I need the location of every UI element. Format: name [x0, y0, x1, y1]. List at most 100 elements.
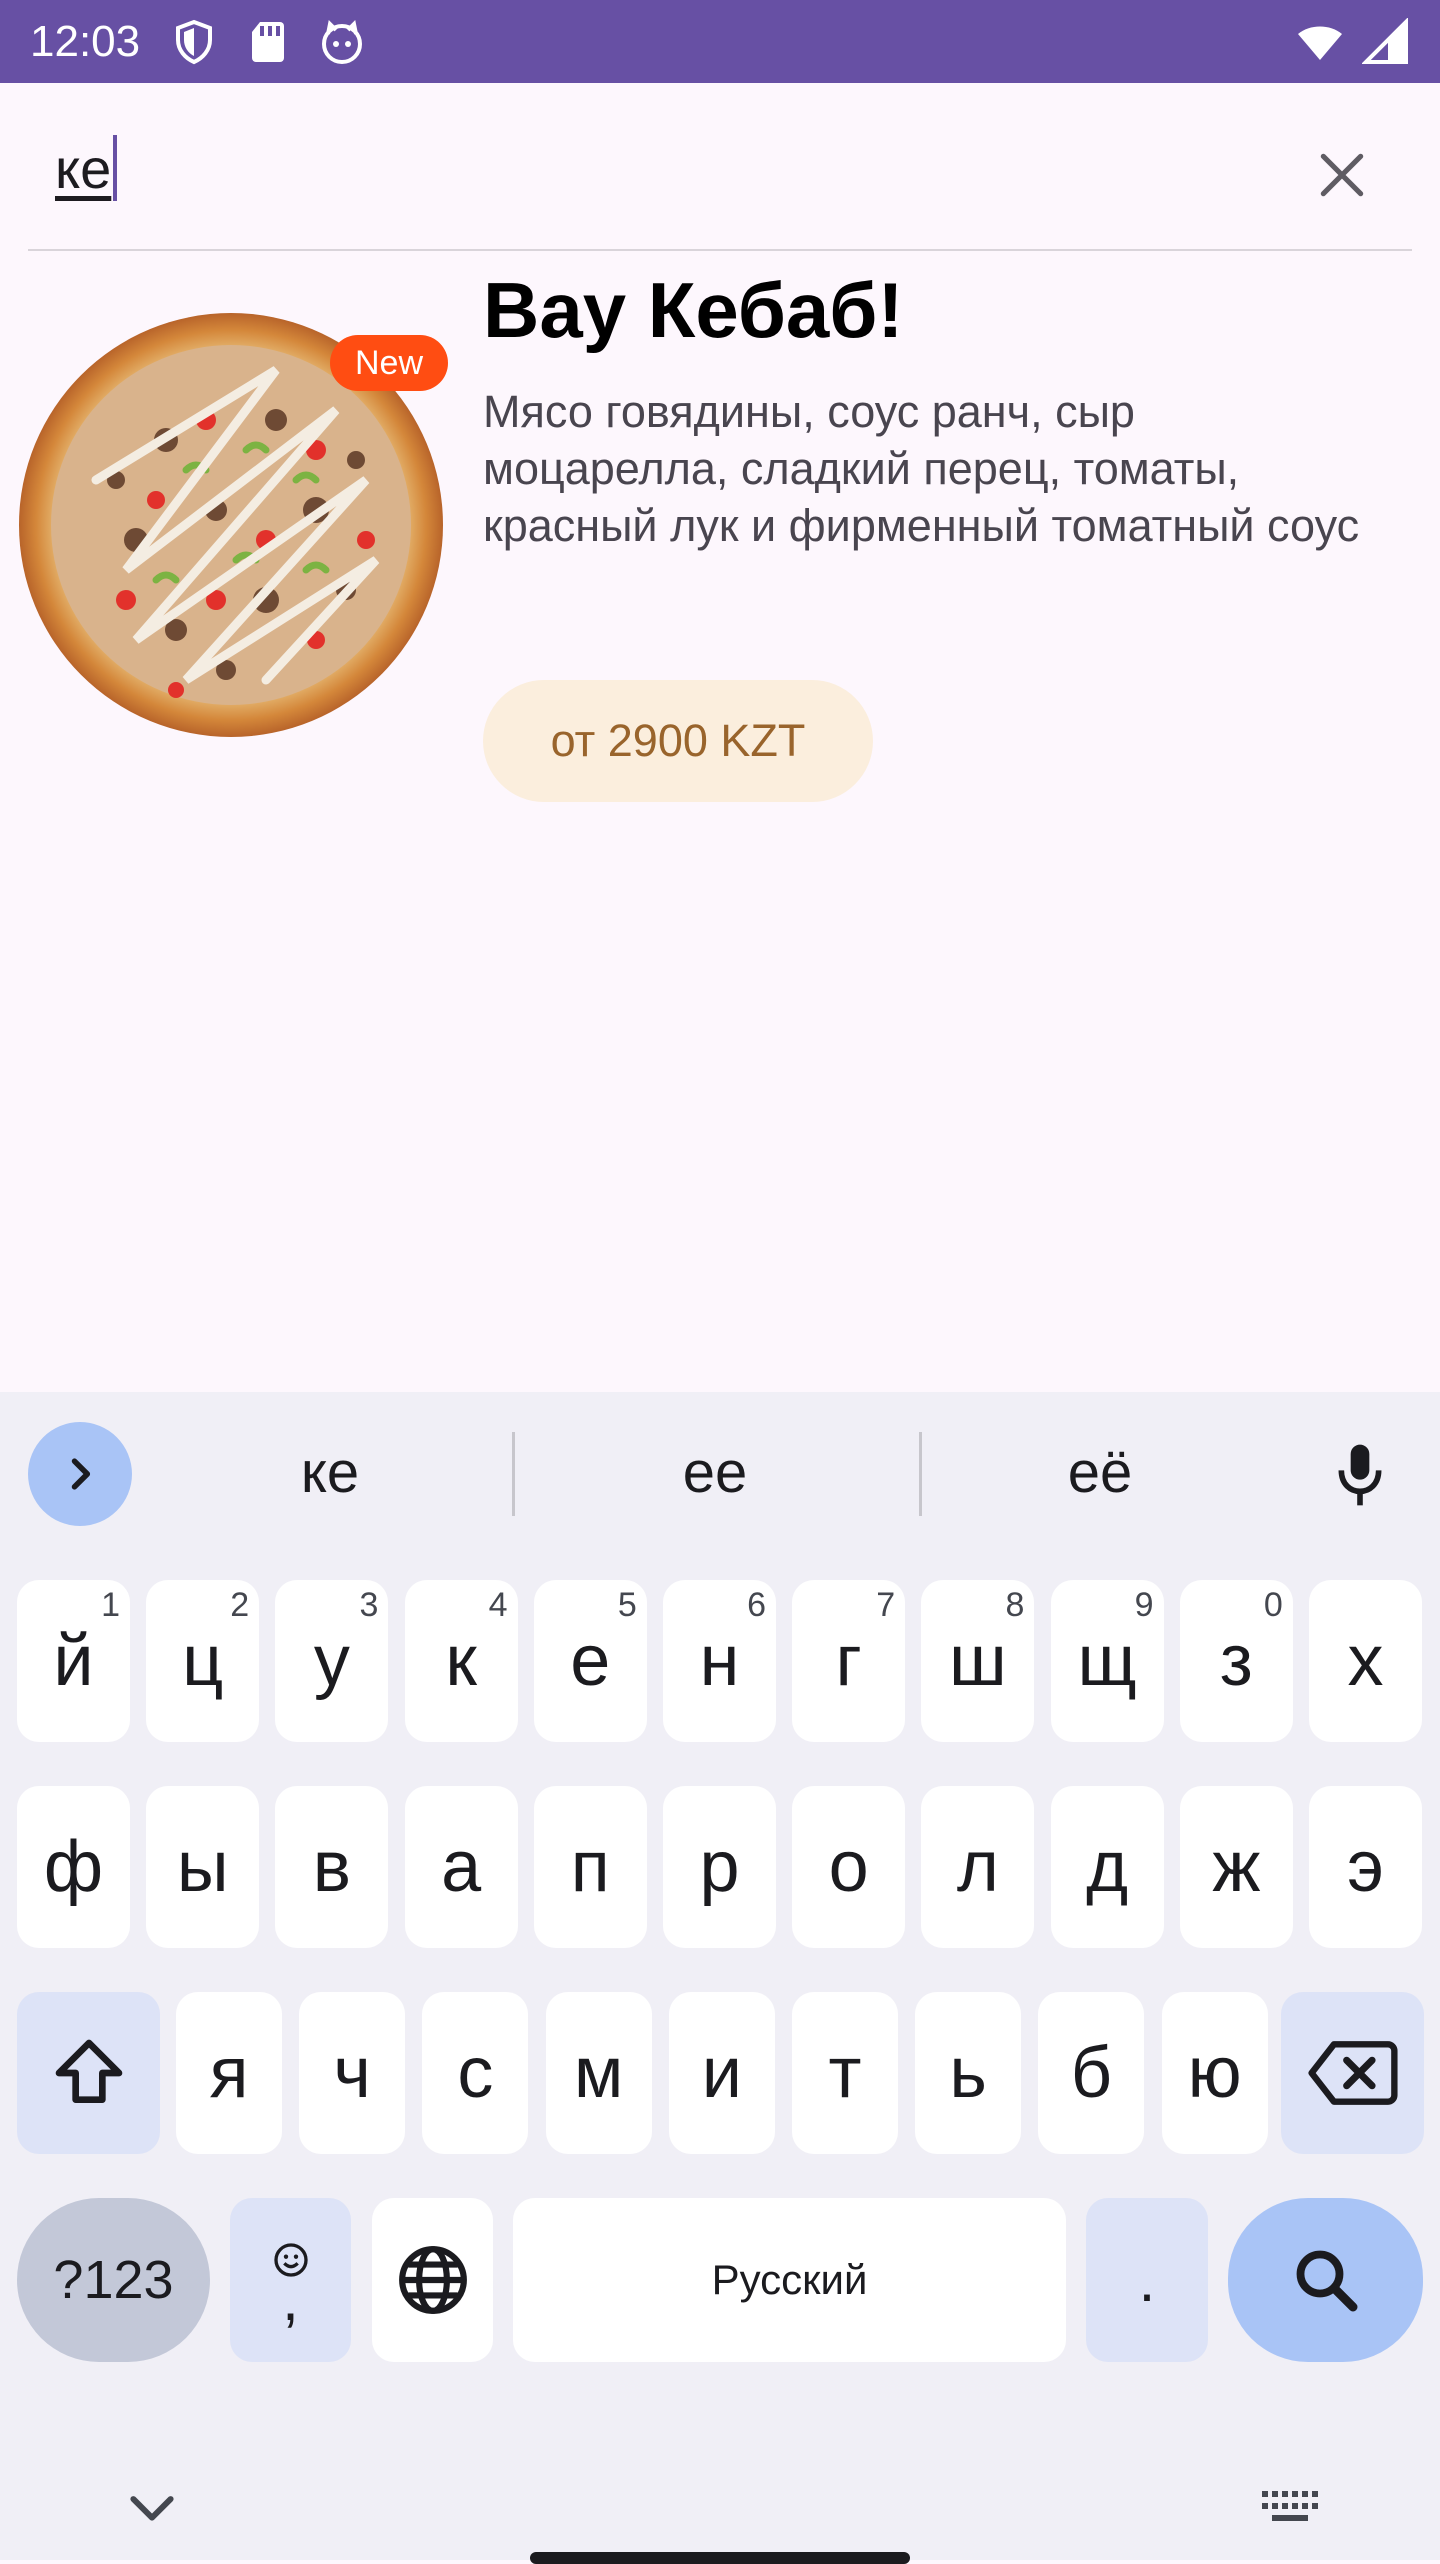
search-key[interactable] — [1228, 2198, 1423, 2362]
cat-face-icon — [318, 18, 366, 66]
key[interactable]: 7г — [792, 1580, 906, 1742]
key-hint: 6 — [747, 1586, 766, 1624]
suggestion-separator — [919, 1432, 922, 1516]
clear-search-button[interactable] — [1300, 133, 1384, 217]
globe-icon — [398, 2246, 467, 2314]
key[interactable]: д — [1050, 1786, 1164, 1948]
key-hint: 4 — [488, 1586, 508, 1624]
key-label: г — [835, 1621, 862, 1701]
key-hint: 2 — [230, 1586, 250, 1624]
key[interactable]: в — [275, 1786, 389, 1948]
status-icons-left — [170, 18, 366, 66]
new-badge: New — [330, 335, 448, 391]
key[interactable]: а — [404, 1786, 518, 1948]
product-description: Мясо говядины, соус ранч, сыр моцарелла,… — [483, 386, 1360, 551]
key[interactable]: ы — [146, 1786, 260, 1948]
key[interactable]: 1й — [17, 1580, 130, 1742]
key[interactable]: 6н — [663, 1580, 776, 1742]
shift-icon — [55, 2039, 122, 2103]
key[interactable]: 3у — [275, 1580, 389, 1742]
key[interactable]: 0з — [1179, 1580, 1293, 1742]
key-label: ц — [182, 1621, 224, 1701]
comma-label: , — [282, 2266, 299, 2333]
close-icon — [1320, 153, 1364, 197]
status-icons-right — [1296, 16, 1410, 66]
key[interactable]: п — [533, 1786, 647, 1948]
key-hint: 5 — [617, 1586, 637, 1624]
suggestion-strip: ке ее её — [0, 1392, 1440, 1552]
language-key[interactable] — [372, 2198, 493, 2362]
chevron-down-icon[interactable] — [120, 2482, 184, 2532]
key-label: ш — [949, 1621, 1007, 1701]
key[interactable]: и — [668, 1992, 775, 2154]
key[interactable]: с — [422, 1992, 529, 2154]
key[interactable]: б — [1038, 1992, 1145, 2154]
key[interactable]: ь — [915, 1992, 1022, 2154]
key[interactable]: х — [1309, 1580, 1422, 1742]
emoji-comma-key[interactable]: , — [230, 2198, 351, 2362]
expand-suggestions-button[interactable] — [28, 1422, 132, 1526]
backspace-key[interactable] — [1281, 1992, 1424, 2154]
keyboard-switch-icon[interactable] — [1258, 2487, 1322, 2527]
key[interactable]: ю — [1161, 1992, 1268, 2154]
shield-icon — [170, 18, 218, 66]
key-label: щ — [1077, 1621, 1137, 1701]
space-key[interactable]: Русский — [513, 2198, 1066, 2362]
key-hint: 3 — [359, 1586, 379, 1624]
key[interactable]: л — [921, 1786, 1035, 1948]
product-result[interactable]: New Вау Кебаб! Мясо говядины, соус ранч,… — [0, 255, 1440, 815]
soft-keyboard: ке ее её ?123 , Русский . 1 й 2 ц 3 у 4 … — [0, 1392, 1440, 2564]
key-hint: 0 — [1263, 1586, 1283, 1624]
suggestion-word[interactable]: ке — [180, 1432, 480, 1512]
suggestion-word[interactable]: ее — [565, 1432, 865, 1512]
key[interactable]: э — [1309, 1786, 1422, 1948]
search-bar: ке — [0, 83, 1440, 251]
symbols-key[interactable]: ?123 — [17, 2198, 210, 2362]
key-hint: 1 — [101, 1586, 120, 1624]
key-label: е — [570, 1621, 611, 1701]
sd-card-icon — [244, 18, 292, 66]
microphone-icon — [1338, 1444, 1382, 1506]
search-query: ке — [55, 136, 112, 200]
status-bar: 12:03 — [0, 0, 1440, 83]
key[interactable]: 8ш — [921, 1580, 1035, 1742]
status-time: 12:03 — [30, 16, 141, 66]
key[interactable]: р — [663, 1786, 776, 1948]
key[interactable]: т — [792, 1992, 898, 2154]
key-label: к — [445, 1621, 477, 1701]
key[interactable]: ф — [17, 1786, 130, 1948]
key-label: й — [53, 1621, 94, 1701]
period-key[interactable]: . — [1086, 2198, 1208, 2362]
wifi-icon — [1296, 18, 1344, 66]
key-label: н — [699, 1621, 740, 1701]
search-input[interactable]: ке — [55, 123, 1205, 213]
key[interactable]: м — [545, 1992, 652, 2154]
key-hint: 9 — [1134, 1586, 1154, 1624]
search-icon — [1296, 2250, 1357, 2312]
shift-key[interactable] — [17, 1992, 160, 2154]
backspace-icon — [1307, 2041, 1398, 2105]
search-divider — [28, 249, 1412, 251]
key[interactable]: 5е — [533, 1580, 647, 1742]
text-caret — [113, 135, 118, 201]
key[interactable]: о — [792, 1786, 906, 1948]
key-label: з — [1219, 1621, 1253, 1701]
key[interactable]: 2ц — [146, 1580, 260, 1742]
key[interactable]: ч — [299, 1992, 406, 2154]
suggestion-separator — [512, 1432, 515, 1516]
key[interactable]: 9щ — [1050, 1580, 1164, 1742]
home-indicator[interactable] — [530, 2552, 910, 2564]
price-button[interactable]: от 2900 KZT — [483, 680, 873, 802]
key[interactable]: 4к — [404, 1580, 518, 1742]
key[interactable]: ж — [1179, 1786, 1293, 1948]
suggestion-word[interactable]: её — [950, 1432, 1250, 1512]
key-hint: 7 — [876, 1586, 896, 1624]
chevron-right-icon — [71, 1458, 91, 1490]
key-label: х — [1347, 1621, 1384, 1701]
product-title: Вау Кебаб! — [483, 266, 904, 354]
navigation-area — [0, 2432, 1440, 2564]
key-hint: 8 — [1005, 1586, 1025, 1624]
key[interactable]: я — [176, 1992, 282, 2154]
voice-input-button[interactable] — [1320, 1432, 1400, 1518]
key-label: у — [313, 1621, 350, 1701]
